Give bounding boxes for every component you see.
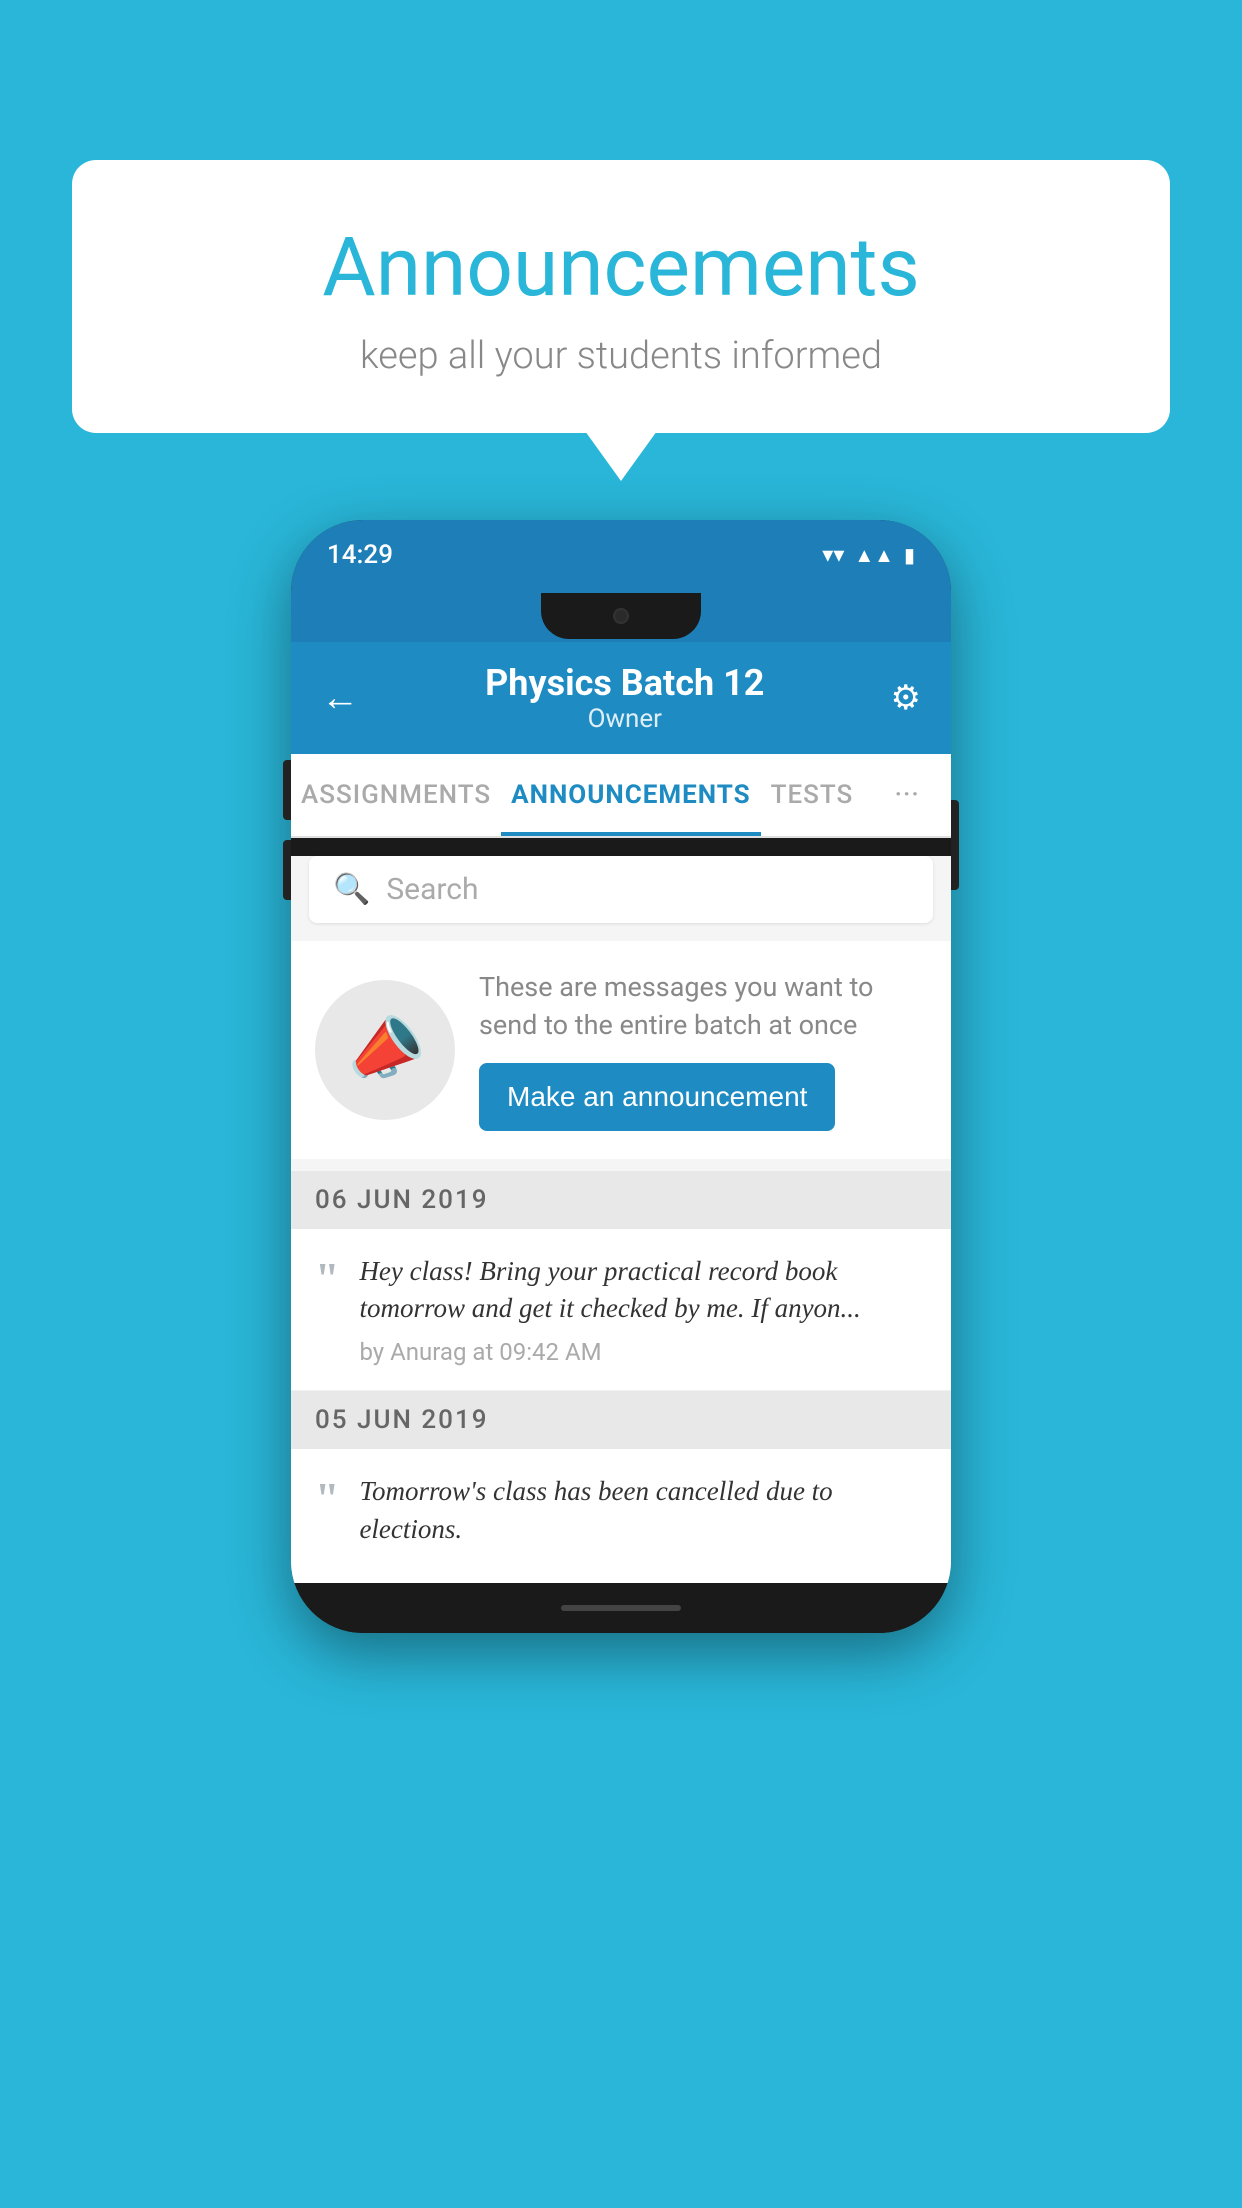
announcement-item-2[interactable]: " Tomorrow's class has been cancelled du… bbox=[291, 1449, 951, 1583]
battery-icon: ▮ bbox=[904, 543, 915, 567]
bubble-title: Announcements bbox=[132, 220, 1110, 316]
side-button-power bbox=[951, 800, 959, 890]
bubble-subtitle: keep all your students informed bbox=[132, 334, 1110, 378]
phone-wrapper: 14:29 ▾▾ ▲▲ ▮ ← Physics Batch 12 Owner bbox=[291, 520, 951, 1633]
status-bar: 14:29 ▾▾ ▲▲ ▮ bbox=[291, 520, 951, 590]
make-announcement-button[interactable]: Make an announcement bbox=[479, 1063, 835, 1131]
content-area: 🔍 Search 📣 These are messages you want t… bbox=[291, 856, 951, 1583]
notch-area bbox=[291, 590, 951, 642]
phone-container: 14:29 ▾▾ ▲▲ ▮ ← Physics Batch 12 Owner bbox=[291, 520, 951, 1633]
status-time: 14:29 bbox=[327, 540, 393, 570]
promo-icon-circle: 📣 bbox=[315, 980, 455, 1120]
tab-announcements[interactable]: ANNOUNCEMENTS bbox=[501, 754, 760, 836]
side-button-volume-up bbox=[283, 760, 291, 820]
side-button-volume-down bbox=[283, 840, 291, 900]
phone-bottom-bar bbox=[291, 1583, 951, 1633]
search-bar[interactable]: 🔍 Search bbox=[309, 856, 933, 923]
announcement-meta-1: by Anurag at 09:42 AM bbox=[359, 1338, 927, 1366]
date-separator-1: 06 JUN 2019 bbox=[291, 1171, 951, 1229]
tab-more[interactable]: ··· bbox=[863, 754, 951, 836]
back-button[interactable]: ← bbox=[321, 676, 359, 720]
status-icons: ▾▾ ▲▲ ▮ bbox=[822, 543, 915, 568]
search-placeholder: Search bbox=[386, 872, 478, 907]
tab-tests[interactable]: TESTS bbox=[761, 754, 864, 836]
announcement-item-1[interactable]: " Hey class! Bring your practical record… bbox=[291, 1229, 951, 1392]
announcement-content-2: Tomorrow's class has been cancelled due … bbox=[359, 1473, 927, 1559]
promo-card: 📣 These are messages you want to send to… bbox=[291, 941, 951, 1159]
speech-bubble: Announcements keep all your students inf… bbox=[72, 160, 1170, 433]
tab-assignments[interactable]: ASSIGNMENTS bbox=[291, 754, 501, 836]
batch-role: Owner bbox=[359, 704, 891, 734]
phone-outer: 14:29 ▾▾ ▲▲ ▮ ← Physics Batch 12 Owner bbox=[291, 520, 951, 1633]
megaphone-icon: 📣 bbox=[337, 1003, 433, 1096]
notch bbox=[541, 593, 701, 639]
announcement-text-2: Tomorrow's class has been cancelled due … bbox=[359, 1473, 927, 1549]
signal-icon: ▲▲ bbox=[854, 543, 894, 568]
quote-icon-1: " bbox=[315, 1257, 339, 1301]
promo-content: These are messages you want to send to t… bbox=[479, 969, 927, 1131]
promo-description: These are messages you want to send to t… bbox=[479, 969, 927, 1045]
search-icon: 🔍 bbox=[333, 872, 370, 907]
announcement-content-1: Hey class! Bring your practical record b… bbox=[359, 1253, 927, 1367]
date-separator-2: 05 JUN 2019 bbox=[291, 1391, 951, 1449]
speech-bubble-container: Announcements keep all your students inf… bbox=[72, 160, 1170, 433]
home-indicator bbox=[561, 1605, 681, 1611]
wifi-icon: ▾▾ bbox=[822, 543, 844, 568]
app-header: ← Physics Batch 12 Owner ⚙ bbox=[291, 642, 951, 754]
header-center: Physics Batch 12 Owner bbox=[359, 662, 891, 734]
quote-icon-2: " bbox=[315, 1477, 339, 1521]
tabs-container: ASSIGNMENTS ANNOUNCEMENTS TESTS ··· bbox=[291, 754, 951, 838]
settings-button[interactable]: ⚙ bbox=[891, 678, 921, 718]
batch-title: Physics Batch 12 bbox=[359, 662, 891, 704]
front-camera bbox=[613, 608, 629, 624]
announcement-text-1: Hey class! Bring your practical record b… bbox=[359, 1253, 927, 1329]
